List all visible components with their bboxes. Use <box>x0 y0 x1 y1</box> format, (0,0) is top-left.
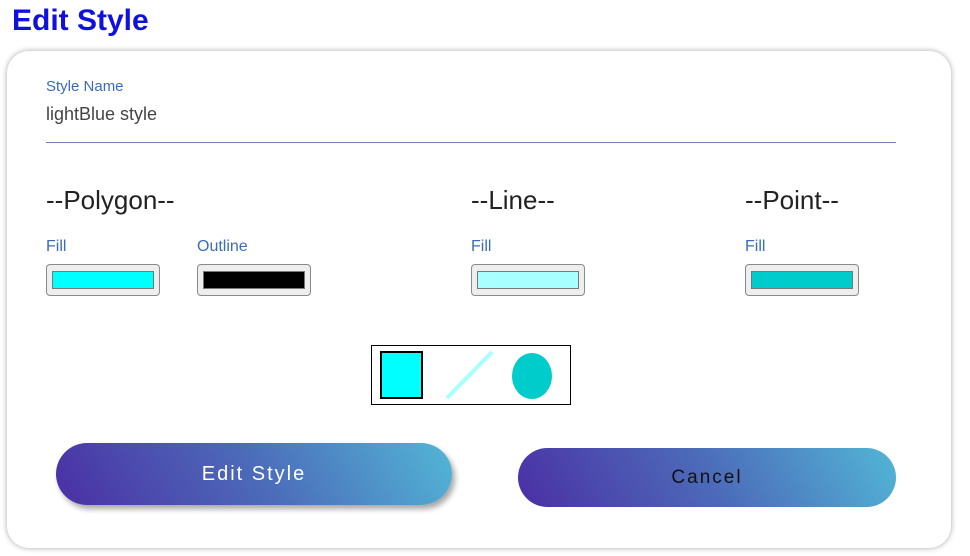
cancel-button[interactable]: Cancel <box>518 448 896 507</box>
style-name-field: Style Name <box>46 78 896 143</box>
style-preview-graphic <box>380 350 552 400</box>
edit-style-button[interactable]: Edit Style <box>56 443 452 505</box>
style-name-input[interactable] <box>46 104 886 125</box>
polygon-outline-label: Outline <box>197 238 248 255</box>
polygon-preview-shape <box>380 351 423 399</box>
style-preview <box>371 345 571 405</box>
style-form-card: Style Name --Polygon-- Fill Outline --Li… <box>7 51 951 548</box>
line-heading: --Line-- <box>471 185 555 215</box>
polygon-fill-label: Fill <box>46 238 67 255</box>
line-fill-swatch <box>477 271 579 289</box>
polygon-fill-swatch <box>52 271 154 289</box>
point-fill-label: Fill <box>745 238 766 255</box>
point-preview-shape <box>512 353 552 399</box>
line-fill-label: Fill <box>471 238 492 255</box>
line-fill-color-picker[interactable] <box>471 264 585 296</box>
edit-style-page: Edit Style Style Name --Polygon-- Fill O… <box>0 0 970 556</box>
polygon-outline-color-picker[interactable] <box>197 264 311 296</box>
line-preview-shape <box>445 350 494 400</box>
polygon-fill-color-picker[interactable] <box>46 264 160 296</box>
polygon-heading: --Polygon-- <box>46 185 175 215</box>
polygon-outline-swatch <box>203 271 305 289</box>
style-name-label: Style Name <box>46 78 124 95</box>
page-title: Edit Style <box>12 4 149 37</box>
point-fill-color-picker[interactable] <box>745 264 859 296</box>
point-fill-swatch <box>751 271 853 289</box>
point-heading: --Point-- <box>745 185 839 215</box>
